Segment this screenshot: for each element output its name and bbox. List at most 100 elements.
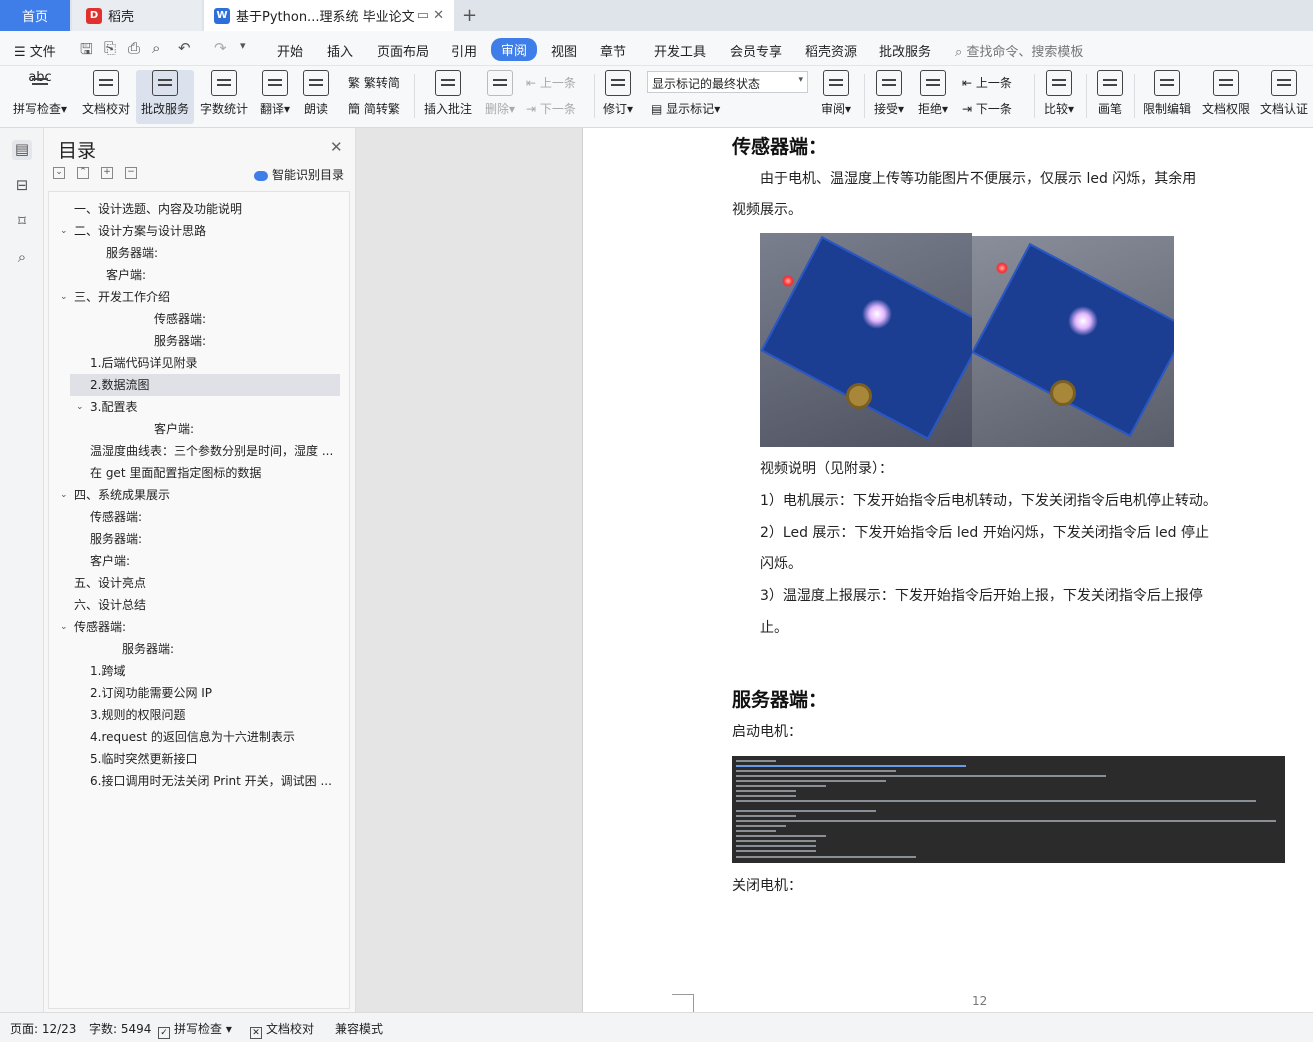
toc-item[interactable]: 4.request 的返回信息为十六进制表示 [90,726,295,748]
toc-item[interactable]: 服务器端: [154,330,206,352]
close-icon[interactable]: ✕ [330,138,343,156]
toc-item[interactable]: 3.规则的权限问题 [90,704,185,726]
toc-item[interactable]: 服务器端: [90,528,142,550]
markup-state-select[interactable]: 显示标记的最终状态 ▾ [647,71,808,93]
accept-icon [876,70,902,96]
chevron-down-icon[interactable]: ⌄ [60,484,68,506]
remove-heading-icon[interactable]: − [125,167,137,179]
reject-button[interactable]: 拒绝▾ [914,70,952,117]
next-comment-button[interactable]: ⇥ 下一条 [526,100,576,117]
doc-certify-button[interactable]: 文档认证 [1258,70,1310,117]
toc-item[interactable]: 五、设计亮点 [74,572,146,594]
toc-item[interactable]: ⌄ 传感器端: [60,616,126,638]
toc-item[interactable]: 温湿度曲线表：三个参数分别是时间，湿度 ... [90,440,333,462]
toc-item[interactable]: 服务器端: [106,242,158,264]
menu-start[interactable]: 开始 [277,41,303,60]
tab-close-icon[interactable]: ▭ ✕ [417,8,444,23]
toc-item[interactable]: 客户端: [90,550,130,572]
toc-item[interactable]: 在 get 里面配置指定图标的数据 [90,462,261,484]
bookmark-icon[interactable]: ⌑ [12,212,32,232]
toc-item[interactable]: ⌄ 四、系统成果展示 [60,484,170,506]
undo-icon[interactable]: ↶ [178,39,191,57]
toc-item[interactable]: 5.临时突然更新接口 [90,748,197,770]
delete-comment-button[interactable]: 删除▾ [482,70,518,117]
spell-check-toggle[interactable]: ✓ 拼写检查 ▾ [158,1020,232,1039]
tab-document[interactable]: W 基于Python...理系统 毕业论文 ▭ ✕ [204,0,454,31]
menu-member[interactable]: 会员专享 [730,41,782,60]
terminal-line [736,825,786,827]
document-page[interactable]: 传感器端： 由于电机、温湿度上传等功能图片不便展示，仅展示 led 闪烁，其余用… [582,128,1313,1012]
tab-daoke[interactable]: D 稻壳 [72,0,202,31]
show-markup-button[interactable]: ▤ 显示标记▾ [651,100,720,117]
chevron-down-icon[interactable]: ⌄ [60,286,68,308]
simp-to-trad-button[interactable]: 簡 简转繁 [348,100,400,117]
toc-item[interactable]: 六、设计总结 [74,594,146,616]
new-tab-icon[interactable]: + [462,5,477,26]
chapter-nav-icon[interactable]: ⊟ [12,176,32,196]
quick-access-dropdown-icon[interactable]: ▾ [240,39,246,52]
prev-comment-button[interactable]: ⇤ 上一条 [526,74,576,91]
tab-home[interactable]: 首页 [0,0,70,31]
translate-button[interactable]: 翻译▾ [256,70,294,117]
toc-item[interactable]: ⌄ 三、开发工作介绍 [60,286,170,308]
chevron-down-icon[interactable]: ⌄ [60,220,68,242]
toc-icon[interactable]: ▤ [12,140,32,160]
add-heading-icon[interactable]: + [101,167,113,179]
toc-item[interactable]: ⌄ 3.配置表 [76,396,137,418]
word-count-button[interactable]: 字数统计 [198,70,250,117]
redo-icon[interactable]: ↷ [214,39,227,57]
toc-item[interactable]: 客户端: [154,418,194,440]
collapse-all-icon[interactable]: ⌄ [53,167,65,179]
toc-item[interactable]: 2.订阅功能需要公网 IP [90,682,212,704]
word-count-indicator[interactable]: 字数: 5494 [89,1020,151,1037]
menu-devtools[interactable]: 开发工具 [654,41,706,60]
menu-daoke-resources[interactable]: 稻壳资源 [805,41,857,60]
print-icon[interactable]: ⎙ [128,39,140,57]
menu-grading[interactable]: 批改服务 [879,41,931,60]
read-aloud-button[interactable]: 朗读 [300,70,332,117]
menu-chapter[interactable]: 章节 [600,41,626,60]
menu-review[interactable]: 审阅 [491,38,538,61]
chevron-down-icon[interactable]: ⌄ [76,396,84,418]
search-icon[interactable]: ⌕ [12,248,32,268]
toc-item[interactable]: 一、设计选题、内容及功能说明 [74,198,242,220]
toc-item[interactable]: ⌄ 二、设计方案与设计思路 [60,220,206,242]
pen-button[interactable]: 画笔 [1094,70,1126,117]
doc-proofread-button[interactable]: 文档校对 [80,70,132,117]
insert-comment-button[interactable]: 插入批注 [422,70,474,117]
trad-to-simp-button[interactable]: 繁 繁转简 [348,74,400,91]
menu-reference[interactable]: 引用 [451,41,477,60]
spell-check-button[interactable]: abc 拼写检查▾ [10,70,70,117]
command-search[interactable]: ⌕ 查找命令、搜索模板 [955,41,1083,60]
preview-icon[interactable]: ⌕ [152,39,160,57]
toc-item[interactable]: 6.接口调用时无法关闭 Print 开关，调试困 ... [90,770,332,792]
smart-toc-button[interactable]: 智能识别目录 [254,166,344,183]
chevron-down-icon[interactable]: ⌄ [60,616,68,638]
menu-view[interactable]: 视图 [551,41,577,60]
toc-item[interactable]: 传感器端: [154,308,206,330]
grading-service-button[interactable]: 批改服务 [136,70,194,124]
toc-item[interactable]: 传感器端: [90,506,142,528]
menu-layout[interactable]: 页面布局 [377,41,429,60]
toc-item[interactable]: 服务器端: [122,638,174,660]
menu-insert[interactable]: 插入 [327,41,353,60]
restrict-edit-button[interactable]: 限制编辑 [1140,70,1194,117]
prev-change-button[interactable]: ⇤ 上一条 [962,74,1012,91]
expand-all-icon[interactable]: ⌃ [77,167,89,179]
terminal-line [736,795,796,797]
save-icon[interactable]: 🖫 [80,39,93,64]
page-indicator[interactable]: 页面: 12/23 [10,1020,76,1037]
toc-item-selected[interactable]: 2.数据流图 [70,374,340,396]
file-menu[interactable]: ☰ 文件 [14,41,56,60]
toc-item[interactable]: 1.后端代码详见附录 [90,352,197,374]
track-changes-button[interactable]: 修订▾ [600,70,636,117]
toc-item[interactable]: 1.跨域 [90,660,125,682]
accept-button[interactable]: 接受▾ [870,70,908,117]
toc-item[interactable]: 客户端: [106,264,146,286]
doc-permission-button[interactable]: 文档权限 [1200,70,1252,117]
next-change-button[interactable]: ⇥ 下一条 [962,100,1012,117]
compare-button[interactable]: 比较▾ [1040,70,1078,117]
proofread-toggle[interactable]: ✕ 文档校对 [250,1020,314,1039]
review-pane-button[interactable]: 审阅▾ [816,70,856,117]
export-icon[interactable]: ⎘ [104,39,116,57]
